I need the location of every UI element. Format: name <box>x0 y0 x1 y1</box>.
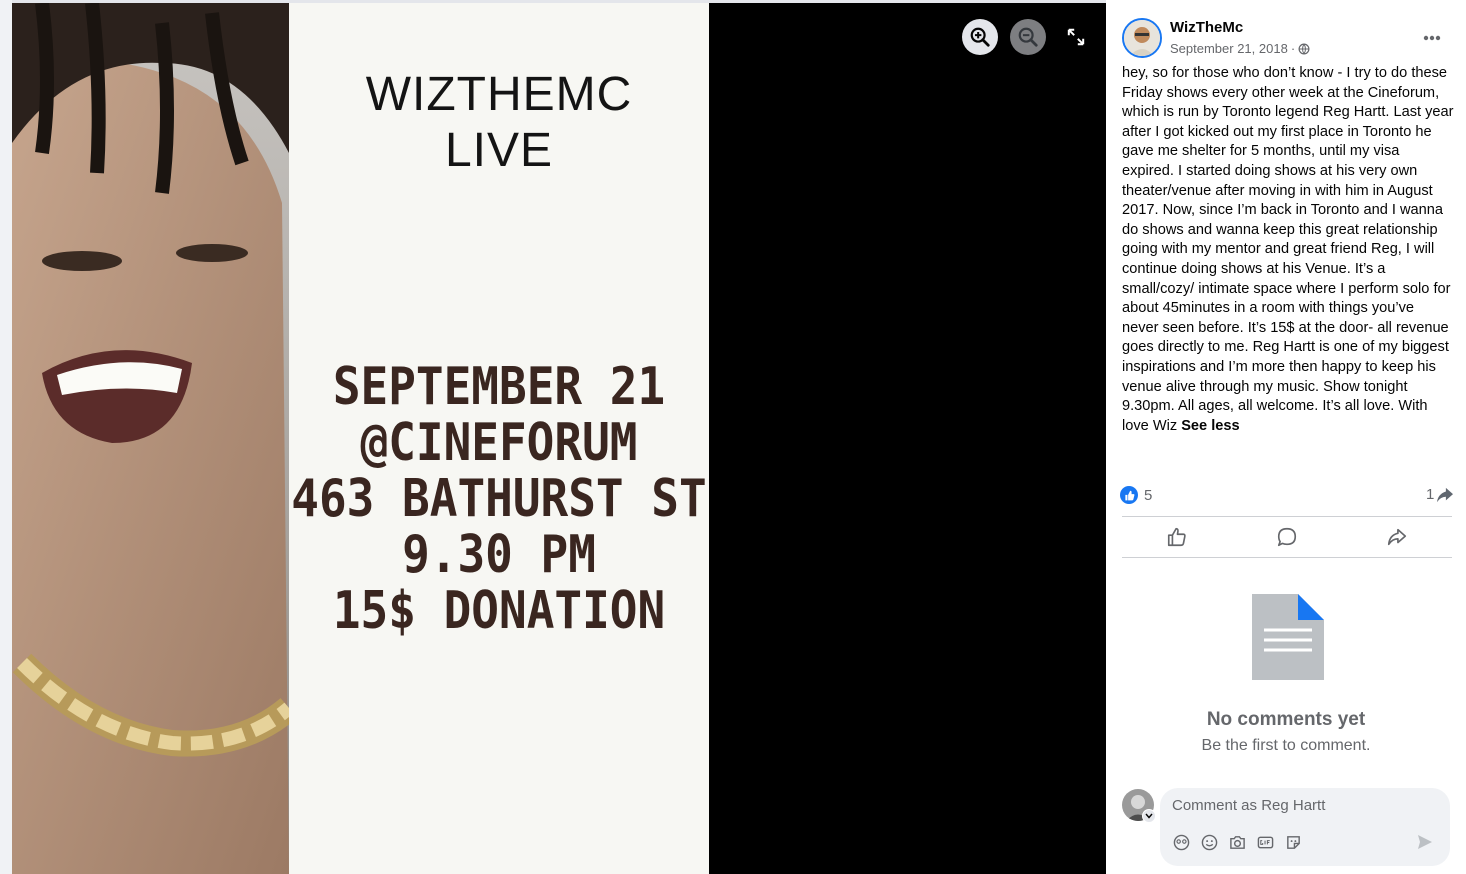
reaction-summary[interactable]: 5 <box>1120 486 1152 504</box>
post-text: hey, so for those who don’t know - I try… <box>1122 65 1454 434</box>
emoji-icon <box>1201 834 1217 850</box>
comment-input[interactable] <box>1172 797 1432 814</box>
zoom-in-button[interactable] <box>962 19 998 55</box>
post-actions-bar <box>1122 516 1452 558</box>
avatar-sticker-icon <box>1173 834 1189 850</box>
post-body: hey, so for those who don’t know - I try… <box>1122 64 1454 436</box>
comment-button[interactable] <box>1232 517 1342 557</box>
meta-separator: · <box>1290 41 1296 56</box>
sticker-button[interactable] <box>1284 833 1302 851</box>
profile-switch-button[interactable] <box>1142 809 1156 823</box>
poster-address: 463 BATHURST ST <box>291 467 707 529</box>
post-meta: September 21, 2018 · <box>1170 41 1310 56</box>
gif-button[interactable] <box>1256 833 1274 851</box>
document-icon <box>1252 594 1324 680</box>
zoom-out-button[interactable] <box>1010 19 1046 55</box>
comment-tools <box>1172 833 1302 851</box>
fullscreen-button[interactable] <box>1058 19 1094 55</box>
send-icon <box>1418 835 1432 849</box>
share-count: 1 <box>1426 486 1435 503</box>
fullscreen-icon <box>1067 28 1085 46</box>
post-author-name[interactable]: WizTheMc <box>1170 19 1243 36</box>
gif-icon <box>1257 836 1273 848</box>
emoji-button[interactable] <box>1200 833 1218 851</box>
author-avatar-image <box>1124 20 1160 56</box>
poster-title: WIZTHEMC <box>365 68 633 121</box>
comment-composer <box>1160 788 1450 866</box>
poster-price: 15$ DONATION <box>332 579 666 641</box>
chevron-down-icon <box>1145 813 1153 819</box>
share-summary[interactable]: 1 <box>1426 486 1454 503</box>
see-less-link[interactable]: See less <box>1181 418 1239 434</box>
left-edge <box>0 0 12 874</box>
poster-venue: @CINEFORUM <box>360 411 638 473</box>
post-panel: WizTheMc September 21, 2018 · hey, so fo… <box>1106 0 1466 874</box>
event-poster-image: WIZTHEMC LIVE SEPTEMBER 21 @CINEFORUM 46… <box>12 3 709 874</box>
zoom-in-icon <box>970 27 990 47</box>
send-comment-button[interactable] <box>1416 833 1434 856</box>
more-options-button[interactable] <box>1416 22 1448 54</box>
no-comments-title: No comments yet <box>1206 709 1366 730</box>
globe-icon <box>1298 43 1310 54</box>
poster-subtitle: LIVE <box>444 124 554 177</box>
reaction-count: 5 <box>1144 486 1153 504</box>
avatar-sticker-button[interactable] <box>1172 833 1190 851</box>
post-date[interactable]: September 21, 2018 <box>1170 41 1288 56</box>
author-avatar[interactable] <box>1122 18 1162 58</box>
no-comments-subtitle: Be the first to comment. <box>1201 737 1371 754</box>
media-viewer: WIZTHEMC LIVE SEPTEMBER 21 @CINEFORUM 46… <box>0 0 1106 874</box>
share-arrow-icon <box>1387 528 1407 546</box>
poster-date: SEPTEMBER 21 <box>332 355 666 417</box>
thumbs-up-icon <box>1167 527 1186 547</box>
zoom-out-icon <box>1018 27 1038 47</box>
sticker-icon <box>1286 835 1300 849</box>
poster-text-panel: WIZTHEMC LIVE SEPTEMBER 21 @CINEFORUM 46… <box>289 3 709 874</box>
photo-button[interactable] <box>1228 833 1246 851</box>
like-reaction-icon <box>1120 486 1138 504</box>
camera-icon <box>1229 835 1245 849</box>
like-button[interactable] <box>1122 517 1232 557</box>
comment-icon <box>1277 527 1297 547</box>
poster-time: 9.30 PM <box>402 523 596 585</box>
portrait-photo <box>12 3 289 874</box>
more-icon <box>1423 35 1441 41</box>
share-icon <box>1437 487 1454 502</box>
share-button[interactable] <box>1342 517 1452 557</box>
